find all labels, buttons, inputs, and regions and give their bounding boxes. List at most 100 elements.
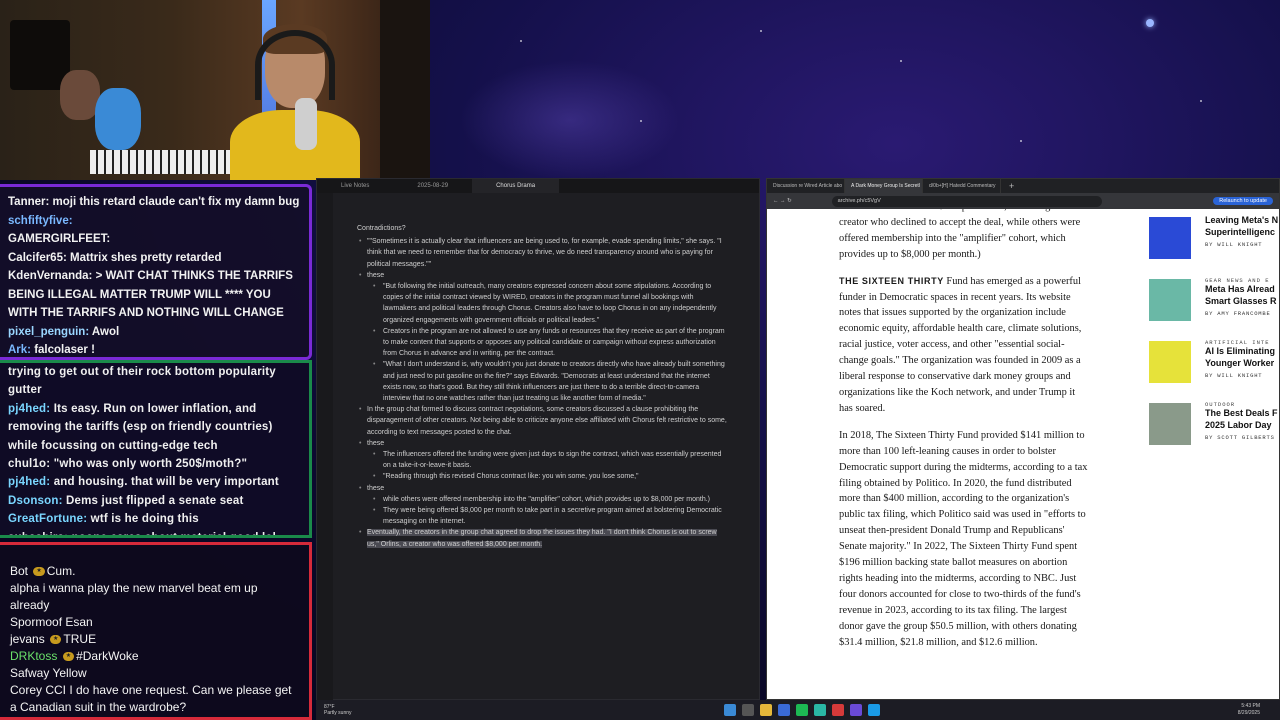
note-bullet[interactable]: "Reading through this revised Chorus con… (357, 471, 727, 482)
file-explorer-icon[interactable] (760, 704, 772, 716)
note-bullet[interactable]: "What I don't understand is, why wouldn'… (357, 359, 727, 404)
sub-badge-icon: ★ (50, 635, 62, 645)
article-paragraph: were offered as little as $250 per month… (839, 209, 1081, 260)
chat-username[interactable]: GAMERGIRLFEET: (8, 233, 110, 245)
relaunch-button[interactable]: Relaunch to update (1213, 197, 1273, 205)
tab-chorus-drama[interactable]: Chorus Drama (472, 179, 560, 193)
story-byline: BY WILL KNIGHT (1205, 241, 1263, 248)
chat-username[interactable]: Ark: (8, 344, 34, 356)
chat-username[interactable]: alpha (10, 581, 43, 595)
story-title[interactable]: The Best Deals F (1205, 408, 1279, 420)
chat-username[interactable]: Corey CCI (10, 683, 69, 697)
toy-figure (95, 88, 141, 150)
note-bullet-text: The influencers offered the funding were… (383, 451, 722, 470)
note-bullet[interactable]: They were being offered $8,000 per month… (357, 505, 727, 527)
story-thumbnail[interactable] (1149, 403, 1191, 445)
tab-live-notes[interactable]: Live Notes (317, 179, 393, 193)
chat-username[interactable]: Safway (10, 666, 52, 680)
star (1200, 100, 1202, 102)
star (1020, 140, 1022, 142)
chat-username[interactable]: chul1o: (8, 458, 54, 470)
chat-username[interactable]: subashira: (8, 532, 72, 535)
story-title[interactable]: 2025 Labor Day (1205, 420, 1279, 432)
chrome-icon[interactable] (832, 704, 844, 716)
browser-tab-active[interactable]: A Dark Money Group Is Secretl (845, 179, 923, 193)
note-bullet[interactable]: Creators in the program are not allowed … (357, 326, 727, 360)
article-body: were offered as little as $250 per month… (839, 209, 1089, 661)
chat-text: Awol (91, 325, 120, 338)
note-bullet[interactable]: these (357, 483, 727, 494)
chat-username[interactable]: GreatFortune: (8, 513, 91, 525)
chat-text: wtf is he doing this (90, 513, 199, 526)
story-title[interactable]: AI Is Eliminating (1205, 346, 1279, 358)
note-bullet-text: They were being offered $8,000 per month… (383, 507, 722, 526)
browser-window: Discussion re Wired Article abo A Dark M… (766, 178, 1280, 700)
edge-icon[interactable] (814, 704, 826, 716)
star (900, 60, 902, 62)
related-story[interactable]: GEAR NEWS AND E Meta Has Alread Smart Glas… (1149, 271, 1279, 333)
spotify-icon[interactable] (796, 704, 808, 716)
forward-icon[interactable]: → (780, 198, 786, 204)
new-tab-button[interactable]: + (1001, 181, 1022, 191)
chat-username[interactable]: Calcifer65: (8, 252, 70, 264)
chat-text: trying to get out of their rock bottom p… (8, 366, 276, 378)
note-bullet[interactable]: while others were offered membership int… (357, 494, 727, 505)
related-story[interactable]: ARTIFICIAL INTE AI Is Eliminating Younger … (1149, 333, 1279, 395)
note-bullet[interactable]: ""Sometimes it is actually clear that in… (357, 236, 727, 270)
chat-username[interactable]: Dsonson: (8, 495, 66, 507)
chat-username[interactable]: DRKtoss (10, 649, 61, 663)
chat-username[interactable]: pj4hed: (8, 476, 54, 488)
terminal-icon[interactable] (778, 704, 790, 716)
chat-text: #DarkWoke (76, 649, 139, 663)
chat-username[interactable]: schfiftyfive: (8, 215, 73, 227)
weather-widget[interactable]: 87°F Partly sunny (324, 704, 352, 716)
chat-username[interactable]: KdenVernanda: (8, 270, 96, 282)
note-bullet[interactable]: The influencers offered the funding were… (357, 449, 727, 471)
story-title[interactable]: Smart Glasses R (1205, 296, 1279, 308)
story-title[interactable]: Meta Has Alread (1205, 284, 1279, 296)
search-icon[interactable] (742, 704, 754, 716)
story-thumbnail[interactable] (1149, 341, 1191, 383)
chat-username[interactable]: pixel_penguin: (8, 326, 92, 338)
related-stories: Leaving Meta's N Superintelligenc BY WILL … (1149, 209, 1279, 457)
chat-username[interactable]: pj4hed: (8, 403, 54, 415)
tab-date-note[interactable]: 2025-08-29 (393, 179, 472, 193)
chat-username[interactable]: Tanner: (8, 196, 53, 208)
url-input[interactable]: archive.ph/c5VgV (831, 195, 1102, 207)
star (520, 40, 522, 42)
note-bullet[interactable]: Eventually, the creators in the group ch… (357, 527, 727, 549)
note-content[interactable]: Contradictions? ""Sometimes it is actual… (357, 223, 727, 550)
article-paragraph: THE SIXTEEN THIRTY Fund has emerged as a… (839, 274, 1089, 417)
story-thumbnail[interactable] (1149, 279, 1191, 321)
related-story[interactable]: Leaving Meta's N Superintelligenc BY WILL … (1149, 209, 1279, 271)
clock[interactable]: 5:43 PM 8/29/2025 (1238, 703, 1260, 717)
obsidian-icon[interactable] (850, 704, 862, 716)
piano-keys (90, 150, 230, 174)
reload-icon[interactable]: ↻ (787, 198, 792, 204)
chat-message: pj4hed: and housing. that will be very i… (0, 473, 309, 491)
related-story[interactable]: OUTDOOR The Best Deals F 2025 Labor Day BY … (1149, 395, 1279, 457)
note-bullet[interactable]: these (357, 270, 727, 281)
note-bullet[interactable]: these (357, 438, 727, 449)
start-icon[interactable] (724, 704, 736, 716)
story-thumbnail[interactable] (1149, 217, 1191, 259)
streamer (225, 20, 365, 180)
story-title[interactable]: Superintelligenc (1205, 227, 1279, 239)
story-category: OUTDOOR (1205, 401, 1236, 408)
back-icon[interactable]: ← (773, 198, 779, 204)
chat-username[interactable]: jevans (10, 632, 48, 646)
browser-tab[interactable]: d/0b+[H] Hatedd Commentary (923, 179, 1001, 193)
notes-ribbon[interactable] (317, 193, 333, 701)
note-bullet-text: "Reading through this revised Chorus con… (383, 473, 639, 481)
chat-message: schfiftyfive: (0, 212, 309, 231)
chat-username[interactable]: Bot (10, 564, 31, 578)
story-title[interactable]: Younger Worker (1205, 358, 1279, 370)
chat-username[interactable]: Spormoof (10, 615, 65, 629)
story-title[interactable]: Leaving Meta's N (1205, 215, 1279, 227)
story-byline: BY SCOTT GILBERTS (1205, 434, 1275, 441)
note-bullet[interactable]: "But following the initial outreach, man… (357, 281, 727, 326)
browser-tab[interactable]: Discussion re Wired Article abo (767, 179, 845, 193)
obs-icon[interactable] (868, 704, 880, 716)
note-bullet[interactable]: In the group chat formed to discuss cont… (357, 404, 727, 438)
story-text: OUTDOOR The Best Deals F 2025 Labor Day BY … (1205, 401, 1279, 441)
